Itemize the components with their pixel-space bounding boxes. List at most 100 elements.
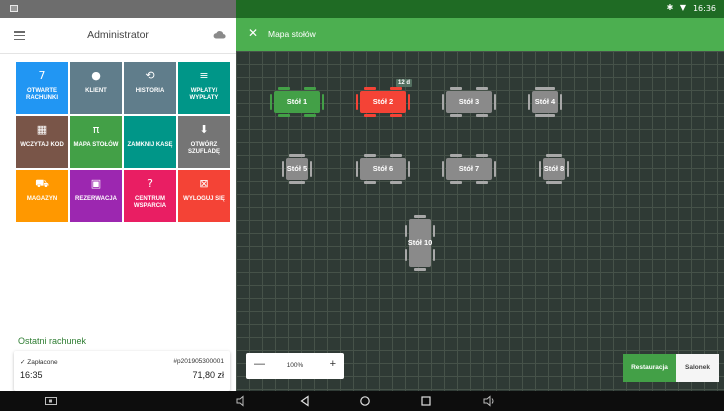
chair [450,154,462,157]
tile-label: KLIENT [85,88,107,94]
tile-close-register[interactable]: ZAMKNIJ KASĘ [124,116,176,168]
home-icon[interactable] [358,394,372,408]
tile-label: HISTORIA [135,88,165,94]
tile-label: ZAMKNIJ KASĘ [127,142,173,148]
chair [546,181,562,184]
open-bills-icon: 7 [38,69,46,82]
tile-support-center[interactable]: ? CENTRUM WSPARCIA [124,170,176,222]
chair [546,154,562,157]
tile-history[interactable]: ⟲ HISTORIA [124,62,176,114]
tile-label: REZERWACJA [75,196,117,202]
zoom-in-button[interactable]: + [330,358,336,370]
receipt-number: #p201905300001 [173,358,224,365]
client-icon: ● [91,69,101,82]
table-2[interactable]: Stół 2 12 d [354,79,412,119]
last-receipt-card[interactable]: ✓ Zapłacone #p201905300001 16:35 71,80 z… [14,351,230,391]
chair [278,87,290,90]
scan-code-icon: ▦ [36,123,48,136]
room-tab-restauracja[interactable]: Restauracja [623,354,676,382]
tile-logout[interactable]: ⊠ WYLOGUJ SIĘ [178,170,230,222]
map-toolbar: ✕ Mapa stołów [236,18,724,51]
left-panel: Administrator 7 OTWARTE RACHUNKI ● KLIENT ⟲ H… [0,18,236,391]
user-title: Administrator [87,29,149,41]
table-label: Stół 6 [372,164,394,173]
chair [414,268,426,271]
table-label: Stół 10 [407,238,433,247]
tile-label: MAPA STOŁÓW [73,142,119,148]
chair [364,181,376,184]
receipt-status: ✓ Zapłacone [20,359,58,366]
logout-icon: ⊠ [199,177,209,190]
chair [405,249,407,261]
map-title: Mapa stołów [268,29,316,39]
chair [289,181,305,184]
table-8[interactable]: Stół 8 [537,152,571,186]
table-1[interactable]: Stół 1 [268,85,326,119]
chair [433,225,435,237]
chair [414,215,426,218]
table-3[interactable]: Stół 3 [440,85,498,119]
table-4[interactable]: Stół 4 [526,85,564,119]
chair [364,114,376,117]
volume-down-icon[interactable] [234,394,248,408]
chair [535,87,555,90]
table-label: Stół 2 [372,97,394,106]
chair [476,181,488,184]
tile-scan-code[interactable]: ▦ WCZYTAJ KOD [16,116,68,168]
chair [405,225,407,237]
tile-label: CENTRUM WSPARCIA [133,196,167,209]
tile-client[interactable]: ● KLIENT [70,62,122,114]
chair [304,87,316,90]
left-header: Administrator [0,18,236,54]
chair [450,114,462,117]
chair [390,114,402,117]
tile-reservation[interactable]: ▣ REZERWACJA [70,170,122,222]
table-6[interactable]: Stół 6 [354,152,412,186]
table-10[interactable]: Stół 10 [403,213,437,273]
table-7[interactable]: Stół 7 [440,152,498,186]
app-screen: ✱ ▼ 16:36 Administrator 7 OTWARTE RACHUNK… [0,0,724,411]
status-clock: 16:36 [692,4,716,13]
chair [390,87,402,90]
screenshot-icon[interactable] [44,394,58,408]
table-label: Stół 8 [543,164,565,173]
back-icon[interactable] [298,394,312,408]
tile-label: WCZYTAJ KOD [20,142,64,148]
tile-cash-in-out[interactable]: ≡ WPŁATY/ WYPŁATY [178,62,230,114]
volume-up-icon[interactable] [482,394,496,408]
table-label: Stół 4 [534,97,556,106]
close-icon[interactable]: ✕ [248,27,258,39]
cash-in-out-icon: ≡ [199,69,209,82]
tile-table-map[interactable]: π MAPA STOŁÓW [70,116,122,168]
cloud-sync-icon[interactable] [213,30,226,39]
chair [390,181,402,184]
warehouse-icon: ⛟ [35,177,49,190]
table-label: Stół 5 [286,164,308,173]
table-map[interactable]: Stół 1 Stół 2 12 d Stół 3 Stół 4 Stół 5 Stół 6… [236,51,724,391]
notification-icon [10,5,18,12]
time-badge: 12 d [396,79,412,87]
room-tab-salonek[interactable]: Salonek [676,354,719,382]
chair [364,87,376,90]
support-center-icon: ? [147,177,153,190]
history-icon: ⟲ [145,69,155,82]
system-icons: ✱ ▼ [666,3,688,12]
table-label: Stół 7 [458,164,480,173]
system-nav-bar [0,391,724,411]
chair [450,181,462,184]
tile-open-bills[interactable]: 7 OTWARTE RACHUNKI [16,62,68,114]
chair [476,114,488,117]
reservation-icon: ▣ [90,177,102,190]
receipt-amount: 71,80 zł [192,370,224,380]
tile-warehouse[interactable]: ⛟ MAGAZYN [16,170,68,222]
table-5[interactable]: Stół 5 [280,152,314,186]
chair [289,154,305,157]
tile-open-drawer[interactable]: ⬇ OTWÓRZ SZUFLADĘ [178,116,230,168]
tile-label: WYLOGUJ SIĘ [183,196,225,202]
recent-apps-icon[interactable] [419,394,433,408]
chair [476,154,488,157]
tile-label: MAGAZYN [26,196,58,202]
chair [390,154,402,157]
table-map-icon: π [92,123,100,136]
chair [476,87,488,90]
